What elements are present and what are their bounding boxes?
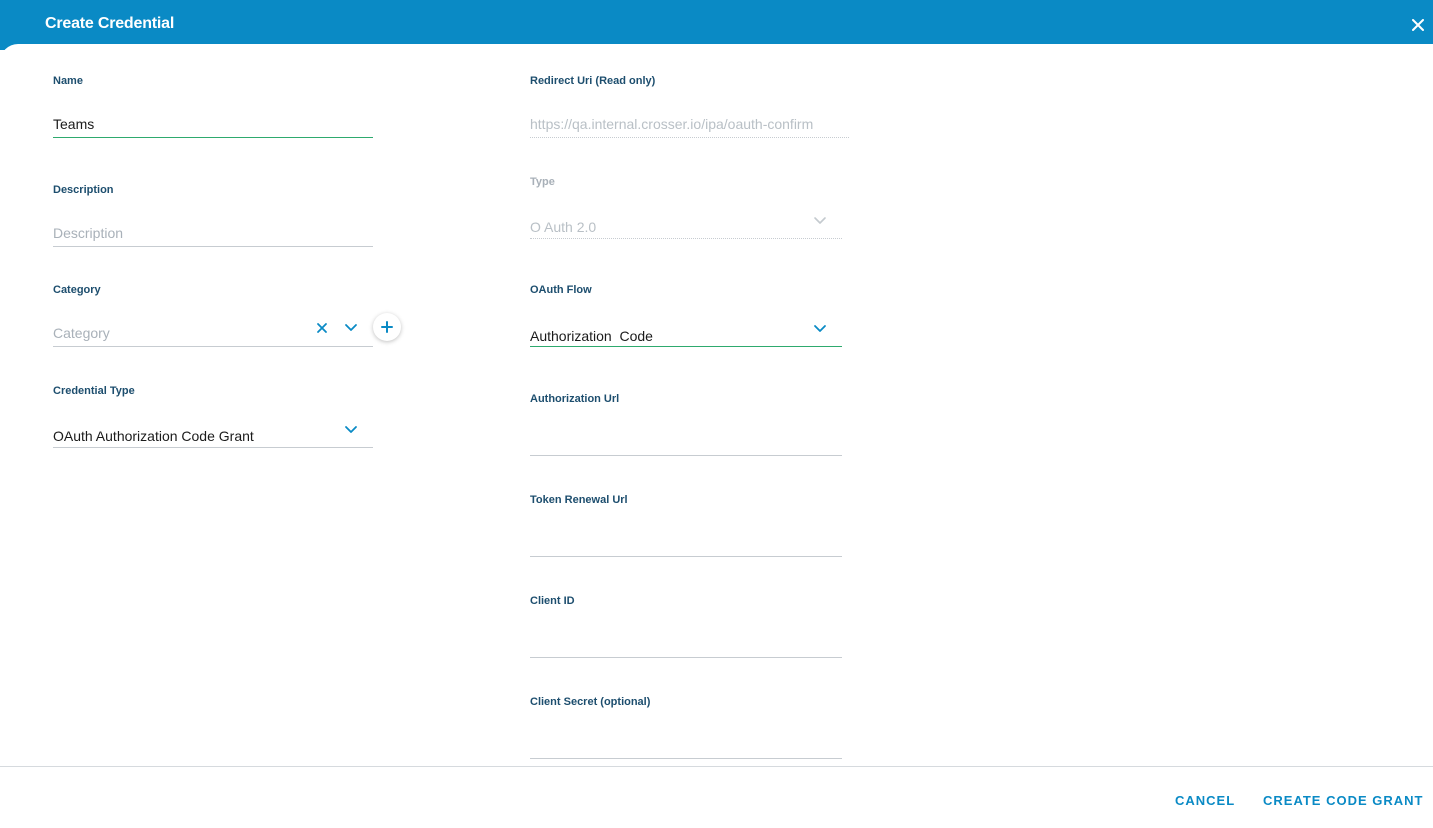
chevron-down-icon: [814, 217, 826, 224]
redirect-uri-field: https://qa.internal.crosser.io/ipa/oauth…: [530, 111, 849, 138]
authorization-url-field[interactable]: [530, 429, 842, 456]
credential-type-select[interactable]: OAuth Authorization Code Grant: [53, 421, 373, 448]
credential-type-label: Credential Type: [53, 385, 135, 397]
oauth-flow-label: OAuth Flow: [530, 284, 592, 296]
plus-icon: [381, 321, 393, 333]
description-label: Description: [53, 184, 114, 196]
client-secret-label: Client Secret (optional): [530, 696, 651, 708]
client-id-field[interactable]: [530, 631, 842, 658]
type-label: Type: [530, 176, 555, 188]
description-placeholder: Description: [53, 225, 124, 241]
footer-divider: [0, 766, 1433, 767]
chevron-down-icon[interactable]: [344, 425, 358, 435]
close-icon: [1412, 19, 1424, 31]
category-label: Category: [53, 284, 101, 296]
credential-type-value: OAuth Authorization Code Grant: [53, 428, 254, 444]
type-select: O Auth 2.0: [530, 212, 842, 239]
close-button[interactable]: [1407, 14, 1429, 36]
chevron-down-icon[interactable]: [813, 324, 827, 334]
name-value: Teams: [53, 116, 95, 132]
dialog-header: Create Credential: [0, 0, 1433, 50]
oauth-flow-value: Authorization Code: [530, 328, 653, 344]
token-renewal-url-field[interactable]: [530, 530, 842, 557]
redirect-uri-label: Redirect Uri (Read only): [530, 75, 656, 87]
dialog-body-edge: [0, 44, 1433, 64]
name-field[interactable]: Teams: [53, 111, 373, 138]
add-category-button[interactable]: [373, 313, 401, 341]
dialog-title: Create Credential: [45, 15, 175, 32]
client-secret-field[interactable]: [530, 732, 842, 759]
oauth-flow-select[interactable]: Authorization Code: [530, 320, 842, 347]
clear-icon[interactable]: [316, 322, 328, 334]
cancel-button[interactable]: CANCEL: [1175, 793, 1235, 808]
category-placeholder: Category: [53, 325, 110, 341]
redirect-uri-value: https://qa.internal.crosser.io/ipa/oauth…: [530, 116, 814, 132]
authorization-url-label: Authorization Url: [530, 393, 620, 405]
name-label: Name: [53, 75, 83, 87]
description-field[interactable]: Description: [53, 220, 373, 247]
create-code-grant-button[interactable]: CREATE CODE GRANT: [1263, 793, 1423, 808]
client-id-label: Client ID: [530, 595, 575, 607]
token-renewal-url-label: Token Renewal Url: [530, 494, 628, 506]
type-value: O Auth 2.0: [530, 219, 597, 235]
chevron-down-icon[interactable]: [344, 323, 358, 333]
